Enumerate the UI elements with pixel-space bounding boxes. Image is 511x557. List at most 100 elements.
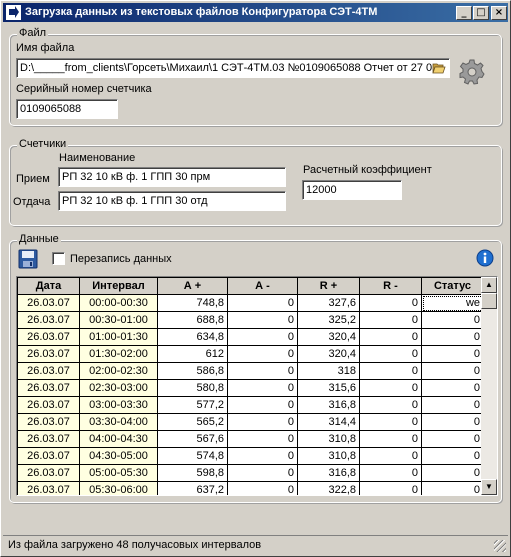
cell-a-minus[interactable]: 0 <box>227 345 298 363</box>
cell-status[interactable]: 0 <box>421 396 484 414</box>
cell-a-plus[interactable]: 637,2 <box>157 481 228 495</box>
cell-r-plus[interactable]: 322,8 <box>297 481 360 495</box>
cell-interval[interactable]: 03:30-04:00 <box>79 413 158 431</box>
cell-r-plus[interactable]: 320,4 <box>297 328 360 346</box>
cell-status[interactable]: 0 <box>421 413 484 431</box>
cell-interval[interactable]: 01:30-02:00 <box>79 345 158 363</box>
cell-date[interactable]: 26.03.07 <box>17 379 80 397</box>
coefficient-field[interactable]: 12000 <box>302 180 402 200</box>
cell-r-plus[interactable]: 314,4 <box>297 413 360 431</box>
cell-r-minus[interactable]: 0 <box>359 447 422 465</box>
cell-date[interactable]: 26.03.07 <box>17 430 80 448</box>
cell-interval[interactable]: 00:00-00:30 <box>79 294 158 312</box>
cell-date[interactable]: 26.03.07 <box>17 345 80 363</box>
cell-r-minus[interactable]: 0 <box>359 362 422 380</box>
cell-a-plus[interactable]: 580,8 <box>157 379 228 397</box>
resize-grip[interactable] <box>494 540 506 552</box>
cell-a-minus[interactable]: 0 <box>227 362 298 380</box>
cell-interval[interactable]: 01:00-01:30 <box>79 328 158 346</box>
cell-interval[interactable]: 04:30-05:00 <box>79 447 158 465</box>
cell-status[interactable]: 0 <box>421 328 484 346</box>
filename-field[interactable]: D:\_____from_clients\Горсеть\Михаил\1 СЭ… <box>16 58 450 78</box>
title-bar[interactable]: Загрузка данных из текстовых файлов Конф… <box>3 3 508 22</box>
cell-a-plus[interactable]: 586,8 <box>157 362 228 380</box>
cell-r-plus[interactable]: 315,6 <box>297 379 360 397</box>
floppy-disk-icon[interactable] <box>18 249 38 269</box>
cell-a-minus[interactable]: 0 <box>227 328 298 346</box>
cell-r-plus[interactable]: 310,8 <box>297 447 360 465</box>
scroll-down-button[interactable]: ▼ <box>481 479 497 495</box>
table-row[interactable]: 26.03.07 05:30-06:00 637,2 0 322,8 0 0 <box>17 481 484 495</box>
cell-r-plus[interactable]: 316,8 <box>297 396 360 414</box>
cell-interval[interactable]: 05:00-05:30 <box>79 464 158 482</box>
cell-r-minus[interactable]: 0 <box>359 328 422 346</box>
cell-date[interactable]: 26.03.07 <box>17 464 80 482</box>
cell-r-minus[interactable]: 0 <box>359 345 422 363</box>
cell-status[interactable]: 0 <box>421 464 484 482</box>
cell-a-plus[interactable]: 565,2 <box>157 413 228 431</box>
scroll-up-button[interactable]: ▲ <box>481 277 497 293</box>
cell-date[interactable]: 26.03.07 <box>17 396 80 414</box>
table-row[interactable]: 26.03.07 01:30-02:00 612 0 320,4 0 0 <box>17 345 484 363</box>
close-button[interactable]: × <box>491 6 507 20</box>
cell-r-plus[interactable]: 320,4 <box>297 345 360 363</box>
cell-r-plus[interactable]: 318 <box>297 362 360 380</box>
cell-a-plus[interactable]: 574,8 <box>157 447 228 465</box>
table-row[interactable]: 26.03.07 00:00-00:30 748,8 0 327,6 0 we <box>17 294 484 312</box>
folder-open-icon[interactable] <box>432 62 446 74</box>
cell-date[interactable]: 26.03.07 <box>17 311 80 329</box>
cell-r-minus[interactable]: 0 <box>359 294 422 312</box>
cell-interval[interactable]: 00:30-01:00 <box>79 311 158 329</box>
cell-r-minus[interactable]: 0 <box>359 464 422 482</box>
cell-a-plus[interactable]: 577,2 <box>157 396 228 414</box>
minimize-button[interactable]: _ <box>456 6 472 20</box>
cell-date[interactable]: 26.03.07 <box>17 294 80 312</box>
receive-name-field[interactable]: РП 32 10 кВ ф. 1 ГПП 30 прм <box>58 167 286 187</box>
cell-r-plus[interactable]: 316,8 <box>297 464 360 482</box>
cell-r-plus[interactable]: 310,8 <box>297 430 360 448</box>
cell-status[interactable]: 0 <box>421 447 484 465</box>
cell-status[interactable]: 0 <box>421 430 484 448</box>
cell-r-plus[interactable]: 327,6 <box>297 294 360 312</box>
table-row[interactable]: 26.03.07 04:00-04:30 567,6 0 310,8 0 0 <box>17 430 484 448</box>
vertical-scrollbar[interactable]: ▲ ▼ <box>481 277 497 495</box>
cell-a-plus[interactable]: 612 <box>157 345 228 363</box>
cell-status[interactable]: 0 <box>421 379 484 397</box>
cell-r-minus[interactable]: 0 <box>359 379 422 397</box>
cell-a-plus[interactable]: 748,8 <box>157 294 228 312</box>
cell-date[interactable]: 26.03.07 <box>17 328 80 346</box>
cell-a-minus[interactable]: 0 <box>227 396 298 414</box>
cell-a-minus[interactable]: 0 <box>227 447 298 465</box>
cell-a-plus[interactable]: 567,6 <box>157 430 228 448</box>
cell-r-minus[interactable]: 0 <box>359 311 422 329</box>
cell-date[interactable]: 26.03.07 <box>17 447 80 465</box>
cell-status[interactable]: 0 <box>421 481 484 495</box>
cell-a-minus[interactable]: 0 <box>227 481 298 495</box>
cell-r-plus[interactable]: 325,2 <box>297 311 360 329</box>
cell-interval[interactable]: 02:00-02:30 <box>79 362 158 380</box>
cell-date[interactable]: 26.03.07 <box>17 481 80 495</box>
cell-a-minus[interactable]: 0 <box>227 294 298 312</box>
table-row[interactable]: 26.03.07 04:30-05:00 574,8 0 310,8 0 0 <box>17 447 484 465</box>
cell-status[interactable]: we <box>421 294 484 312</box>
cell-r-minus[interactable]: 0 <box>359 396 422 414</box>
column-header-a-minus[interactable]: А - <box>227 277 298 295</box>
cell-status[interactable]: 0 <box>421 345 484 363</box>
table-row[interactable]: 26.03.07 02:00-02:30 586,8 0 318 0 0 <box>17 362 484 380</box>
cell-status[interactable]: 0 <box>421 362 484 380</box>
cell-a-minus[interactable]: 0 <box>227 379 298 397</box>
column-header-r-minus[interactable]: R - <box>359 277 422 295</box>
cell-r-minus[interactable]: 0 <box>359 430 422 448</box>
send-name-field[interactable]: РП 32 10 кВ ф. 1 ГПП 30 отд <box>58 191 286 211</box>
cell-interval[interactable]: 04:00-04:30 <box>79 430 158 448</box>
serial-number-field[interactable]: 0109065088 <box>16 99 118 119</box>
scroll-thumb[interactable] <box>481 293 497 309</box>
cell-r-minus[interactable]: 0 <box>359 481 422 495</box>
table-row[interactable]: 26.03.07 02:30-03:00 580,8 0 315,6 0 0 <box>17 379 484 397</box>
table-row[interactable]: 26.03.07 05:00-05:30 598,8 0 316,8 0 0 <box>17 464 484 482</box>
cell-a-minus[interactable]: 0 <box>227 311 298 329</box>
table-row[interactable]: 26.03.07 03:00-03:30 577,2 0 316,8 0 0 <box>17 396 484 414</box>
table-row[interactable]: 26.03.07 01:00-01:30 634,8 0 320,4 0 0 <box>17 328 484 346</box>
table-row[interactable]: 26.03.07 00:30-01:00 688,8 0 325,2 0 0 <box>17 311 484 329</box>
column-header-r-plus[interactable]: R + <box>297 277 360 295</box>
